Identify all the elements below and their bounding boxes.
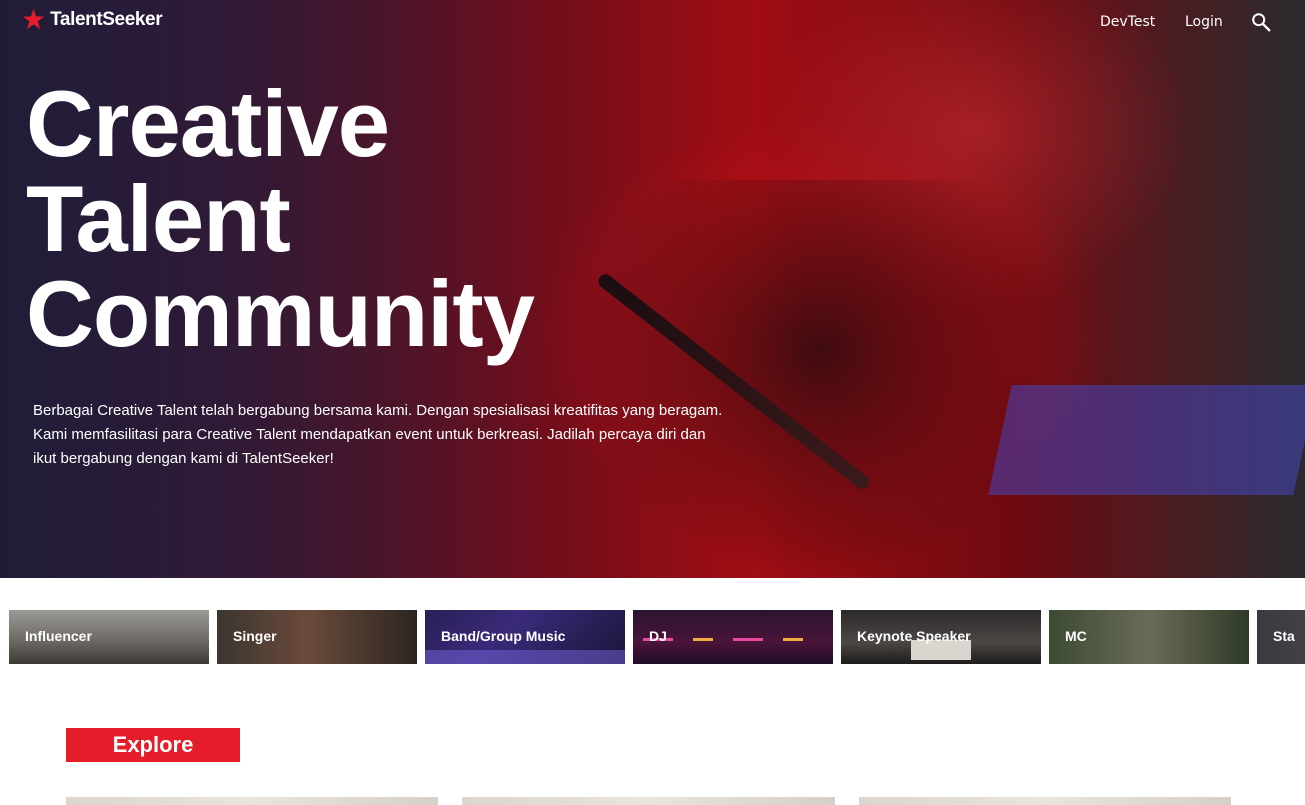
star-icon: ★ (21, 4, 47, 35)
hero-title-line-1: Creative (26, 71, 390, 176)
logo-text: TalentSeeker (50, 9, 163, 30)
category-label: Influencer (25, 628, 92, 644)
category-label: Singer (233, 628, 277, 644)
explore-heading: Explore (66, 728, 240, 762)
category-card-singer[interactable]: Singer (217, 610, 417, 664)
explore-card[interactable] (66, 797, 438, 805)
category-label: DJ (649, 628, 667, 644)
nav-link-login[interactable]: Login (1185, 14, 1223, 30)
hero-title-line-3: Community (26, 261, 535, 366)
explore-card[interactable] (462, 797, 835, 805)
category-card-mc[interactable]: MC (1049, 610, 1249, 664)
category-label: Band/Group Music (441, 628, 566, 644)
nav-link-devtest[interactable]: DevTest (1100, 14, 1155, 30)
top-navigation: ★ TalentSeeker DevTest Login (0, 0, 1305, 44)
category-card-dj[interactable]: DJ (633, 610, 833, 664)
explore-card[interactable] (859, 797, 1231, 805)
search-icon[interactable] (1250, 11, 1272, 33)
hero-title-line-2: Talent (26, 166, 291, 271)
category-label: Sta (1273, 628, 1295, 644)
hero-banner: Creative Talent Community Berbagai Creat… (0, 0, 1305, 578)
category-card-keynote-speaker[interactable]: Keynote Speaker (841, 610, 1041, 664)
category-label: Keynote Speaker (857, 628, 971, 644)
dj-lights (643, 638, 823, 641)
category-carousel: Influencer Singer Band/Group Music DJ Ke… (9, 610, 1305, 664)
category-card-partial[interactable]: Sta (1257, 610, 1305, 664)
stage-lights (425, 650, 625, 664)
hero-title: Creative Talent Community (26, 71, 535, 366)
category-card-band-group-music[interactable]: Band/Group Music (425, 610, 625, 664)
hero-description: Berbagai Creative Talent telah bergabung… (33, 402, 723, 467)
category-label: MC (1065, 628, 1087, 644)
site-logo[interactable]: ★ TalentSeeker (21, 4, 163, 35)
category-card-influencer[interactable]: Influencer (9, 610, 209, 664)
